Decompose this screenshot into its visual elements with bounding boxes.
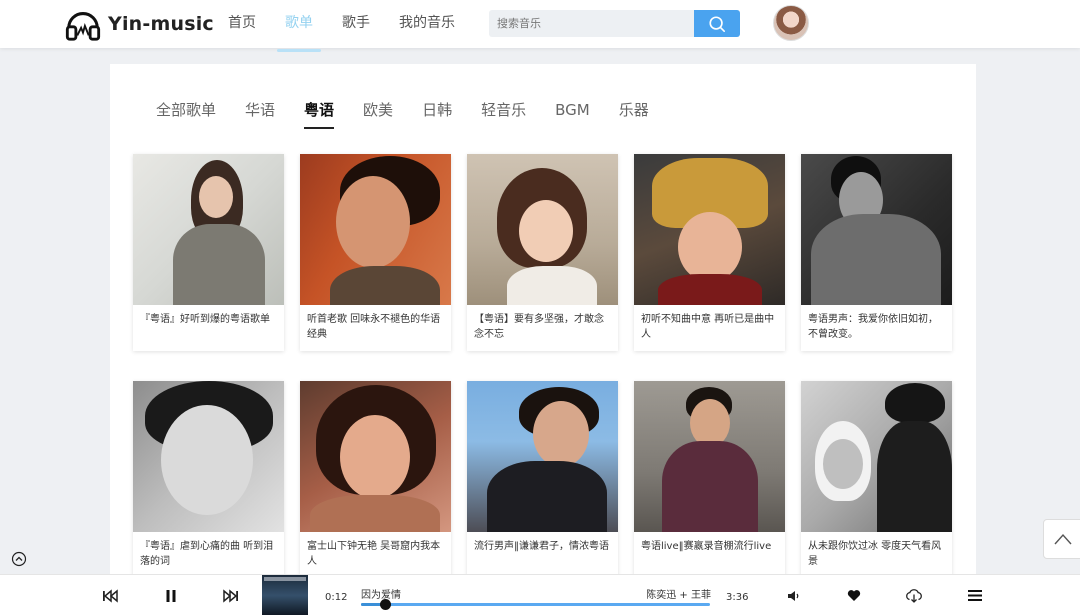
song-name: 因为爱情	[361, 590, 401, 601]
playlist-grid: 『粤语』好听到爆的粤语歌单 听首老歌 回味永不褪色的华语经典 【粤语】要有多坚强…	[133, 154, 953, 578]
playlist-title: 粤语live‖赛嬴录音棚流行live	[641, 541, 772, 552]
playlist-icon	[968, 590, 982, 601]
chevron-up-icon	[1054, 533, 1072, 545]
logo[interactable]: Yin-music	[64, 6, 214, 42]
playlist-cover	[634, 381, 785, 532]
playlist-card[interactable]: 听首老歌 回味永不褪色的华语经典	[300, 154, 451, 351]
chevron-up-circle-icon	[11, 551, 27, 567]
category-tabs: 全部歌单 华语 粤语 欧美 日韩 轻音乐 BGM 乐器	[156, 100, 678, 129]
player-toggle-button[interactable]	[11, 551, 27, 567]
playlist-cover	[467, 154, 618, 305]
like-button[interactable]	[844, 575, 864, 615]
prev-icon	[103, 588, 118, 603]
top-header: Yin-music 首页 歌单 歌手 我的音乐	[0, 0, 1080, 52]
heart-icon	[847, 590, 861, 601]
nav-singers[interactable]: 歌手	[342, 0, 370, 48]
playlist-card[interactable]: 『粤语』虐到心痛的曲 听到泪落的词	[133, 381, 284, 578]
current-time: 0:12	[325, 592, 348, 603]
total-time: 3:36	[726, 592, 749, 603]
tab-cantonese[interactable]: 粤语	[304, 100, 335, 129]
playlist-title: 『粤语』虐到心痛的曲 听到泪落的词	[140, 541, 274, 567]
player-bar: 0:12 因为爱情 陈奕迅 + 王菲 3:36	[0, 574, 1080, 615]
playlist-button[interactable]	[965, 575, 985, 615]
search-button[interactable]	[694, 10, 740, 37]
search-bar	[489, 10, 740, 37]
playlist-title: 『粤语』好听到爆的粤语歌单	[140, 314, 270, 325]
main-nav: 首页 歌单 歌手 我的音乐	[228, 0, 484, 52]
playlist-cover	[300, 154, 451, 305]
back-to-top-button[interactable]	[1043, 519, 1080, 559]
pause-icon	[166, 589, 176, 602]
playlist-card[interactable]: 粤语男声：我爱你依旧如初，不曾改变。	[801, 154, 952, 351]
tab-western[interactable]: 欧美	[363, 100, 393, 124]
nav-my-music[interactable]: 我的音乐	[399, 0, 455, 48]
headphones-icon	[65, 12, 101, 41]
singer-name: 陈奕迅 + 王菲	[646, 590, 711, 601]
search-icon	[709, 15, 726, 32]
playlist-cover	[801, 154, 952, 305]
playlist-cover	[467, 381, 618, 532]
playlist-panel: 全部歌单 华语 粤语 欧美 日韩 轻音乐 BGM 乐器 『粤语』好听到爆的粤语歌…	[110, 64, 976, 584]
pause-button[interactable]	[161, 575, 181, 615]
playlist-card[interactable]: 流行男声‖谦谦君子，情浓粤语	[467, 381, 618, 578]
tab-bgm[interactable]: BGM	[555, 100, 590, 124]
progress-track	[361, 603, 710, 606]
nav-home[interactable]: 首页	[228, 0, 256, 48]
user-avatar[interactable]	[773, 5, 809, 41]
playlist-title: 初听不知曲中意 再听已是曲中人	[641, 314, 775, 340]
search-input[interactable]	[489, 10, 694, 37]
tab-all[interactable]: 全部歌单	[156, 100, 216, 124]
album-cover[interactable]	[262, 575, 308, 615]
download-icon	[906, 588, 922, 603]
playlist-cover	[801, 381, 952, 532]
playlist-cover	[300, 381, 451, 532]
playlist-title: 粤语男声：我爱你依旧如初，不曾改变。	[808, 314, 938, 340]
playlist-card[interactable]: 初听不知曲中意 再听已是曲中人	[634, 154, 785, 351]
playlist-card[interactable]: 富士山下钟无艳 吴哥窟内我本人	[300, 381, 451, 578]
nav-playlists[interactable]: 歌单	[277, 0, 321, 52]
playlist-cover	[133, 154, 284, 305]
logo-text: Yin-music	[108, 13, 214, 35]
playlist-card[interactable]: 从未跟你饮过冰 零度天气看风景	[801, 381, 952, 578]
playlist-title: 从未跟你饮过冰 零度天气看风景	[808, 541, 942, 567]
tab-instrument[interactable]: 乐器	[619, 100, 649, 124]
download-button[interactable]	[903, 575, 925, 615]
volume-button[interactable]	[784, 575, 804, 615]
tab-chinese[interactable]: 华语	[245, 100, 275, 124]
playlist-card[interactable]: 『粤语』好听到爆的粤语歌单	[133, 154, 284, 351]
volume-icon	[788, 590, 799, 601]
next-icon	[223, 588, 238, 603]
tab-jpkr[interactable]: 日韩	[422, 100, 452, 124]
next-button[interactable]	[221, 575, 241, 615]
prev-button[interactable]	[100, 575, 120, 615]
playlist-title: 流行男声‖谦谦君子，情浓粤语	[474, 541, 609, 552]
playlist-card[interactable]: 【粤语】要有多坚强，才敢念念不忘	[467, 154, 618, 351]
playlist-title: 【粤语】要有多坚强，才敢念念不忘	[474, 314, 604, 340]
playlist-cover	[133, 381, 284, 532]
playlist-cover	[634, 154, 785, 305]
playlist-card[interactable]: 粤语live‖赛嬴录音棚流行live	[634, 381, 785, 578]
tab-light-music[interactable]: 轻音乐	[481, 100, 526, 124]
progress-bar[interactable]	[361, 599, 710, 610]
playlist-title: 富士山下钟无艳 吴哥窟内我本人	[307, 541, 441, 567]
playlist-title: 听首老歌 回味永不褪色的华语经典	[307, 314, 441, 340]
